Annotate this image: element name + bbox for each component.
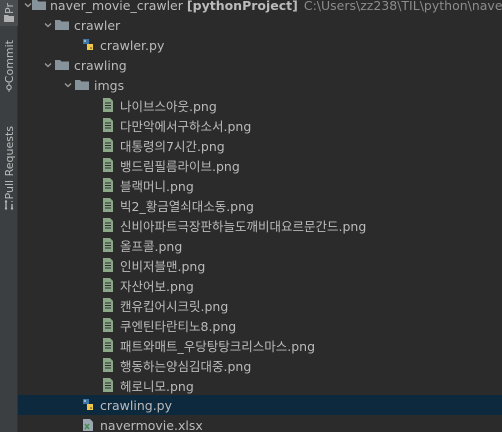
tab-pull-requests[interactable]: Pull Requests [0, 122, 18, 214]
tree-row-crawler-py[interactable]: crawler.py [18, 35, 502, 55]
file-label-crawler-py: crawler.py [100, 37, 165, 53]
excel-file-icon [80, 417, 96, 432]
tab-project-label: Pr [2, 2, 16, 14]
image-file-icon [100, 277, 116, 293]
python-file-icon [80, 37, 96, 53]
image-file-icon [100, 217, 116, 233]
folder-icon [54, 57, 70, 73]
image-file-icon [100, 237, 116, 253]
chevron-down-icon[interactable] [42, 15, 54, 35]
image-file-icon [100, 97, 116, 113]
tree-row-image-file[interactable]: 헤로니모.png [18, 375, 502, 395]
tree-row-navermovie-xlsx[interactable]: navermovie.xlsx [18, 415, 502, 432]
tree-row-image-file[interactable]: 신비아파트극장판하늘도깨비대요르문간드.png [18, 215, 502, 235]
file-label-image: 다만악에서구하소서.png [120, 118, 252, 134]
tab-commit[interactable]: Commit [0, 40, 18, 92]
file-label-image: 캔유킵어시크릿.png [120, 298, 229, 314]
tree-row-image-file[interactable]: 자산어보.png [18, 275, 502, 295]
folder-label-crawler: crawler [74, 17, 121, 33]
tree-row-image-file[interactable]: 쿠엔틴타란티노8.png [18, 315, 502, 335]
image-file-icon [100, 257, 116, 273]
image-file-icon [100, 177, 116, 193]
pull-request-icon [4, 200, 14, 210]
tree-row-crawling-py[interactable]: crawling.py [18, 395, 502, 415]
file-label-image: 헤로니모.png [120, 378, 194, 394]
file-label-image: 자산어보.png [120, 278, 194, 294]
folder-icon [32, 0, 46, 13]
file-label-image: 뱅드림필름라이브.png [120, 158, 240, 174]
tree-row-image-file[interactable]: 올프콜.png [18, 235, 502, 255]
commit-icon [6, 83, 12, 92]
file-label-navermovie-xlsx: navermovie.xlsx [100, 417, 203, 432]
tree-row-image-file[interactable]: 다만악에서구하소서.png [18, 115, 502, 135]
file-label-image: 신비아파트극장판하늘도깨비대요르문간드.png [120, 218, 367, 234]
file-label-image: 빅2_황금열쇠대소동.png [120, 198, 254, 214]
tab-pull-requests-label: Pull Requests [2, 126, 16, 200]
project-tree: naver_movie_crawler [pythonProject] C:\U… [18, 0, 502, 432]
tree-row-image-file[interactable]: 블랙머니.png [18, 175, 502, 195]
image-file-icon [100, 357, 116, 373]
file-label-image: 패트와매트_우당탕탕크리스마스.png [120, 338, 316, 354]
project-root-name: naver_movie_crawler [50, 0, 183, 13]
file-label-image: 블랙머니.png [120, 178, 194, 194]
file-label-image: 인비저블맨.png [120, 258, 206, 274]
tree-row-crawler-folder[interactable]: crawler [18, 15, 502, 35]
image-file-icon [100, 137, 116, 153]
file-label-image: 나이브스아웃.png [120, 98, 217, 114]
folder-icon [74, 77, 90, 93]
image-file-icon [100, 317, 116, 333]
file-label-image: 쿠엔틴타란티노8.png [120, 318, 237, 334]
folder-icon [4, 15, 14, 23]
folder-label-imgs: imgs [94, 77, 125, 93]
image-file-icon [100, 377, 116, 393]
project-root-project: [pythonProject] [186, 0, 298, 13]
tree-row-image-file[interactable]: 대통령의7시간.png [18, 135, 502, 155]
chevron-down-icon[interactable] [62, 75, 74, 95]
tab-project[interactable]: Pr [0, 0, 18, 26]
tree-row-image-file[interactable]: 행동하는양심김대중.png [18, 355, 502, 375]
file-label-image: 올프콜.png [120, 238, 183, 254]
folder-label-crawling: crawling [74, 57, 127, 73]
tool-window-strip: Pr Commit Pull Requests [0, 0, 18, 432]
file-label-image: 행동하는양심김대중.png [120, 358, 252, 374]
tree-row-image-file[interactable]: 캔유킵어시크릿.png [18, 295, 502, 315]
chevron-down-icon[interactable] [42, 55, 54, 75]
chevron-down-icon[interactable] [24, 0, 32, 15]
tree-row-image-file[interactable]: 빅2_황금열쇠대소동.png [18, 195, 502, 215]
tree-row-image-file[interactable]: 나이브스아웃.png [18, 95, 502, 115]
tree-row-imgs-folder[interactable]: imgs [18, 75, 502, 95]
image-file-icon [100, 197, 116, 213]
folder-icon [54, 17, 70, 33]
tree-row-root[interactable]: naver_movie_crawler [pythonProject] C:\U… [18, 0, 502, 15]
image-file-icon [100, 157, 116, 173]
tree-row-crawling-folder[interactable]: crawling [18, 55, 502, 75]
image-file-icon [100, 117, 116, 133]
tab-commit-label: Commit [2, 40, 16, 84]
tree-row-image-file[interactable]: 인비저블맨.png [18, 255, 502, 275]
file-label-image: 대통령의7시간.png [120, 138, 225, 154]
tree-row-image-file[interactable]: 뱅드림필름라이브.png [18, 155, 502, 175]
tree-row-image-file[interactable]: 패트와매트_우당탕탕크리스마스.png [18, 335, 502, 355]
image-file-icon [100, 297, 116, 313]
project-root-path: C:\Users\zz238\TIL\python\naver_mov [303, 0, 502, 13]
image-file-icon [100, 337, 116, 353]
python-file-icon [80, 397, 96, 413]
file-label-crawling-py: crawling.py [100, 397, 173, 413]
